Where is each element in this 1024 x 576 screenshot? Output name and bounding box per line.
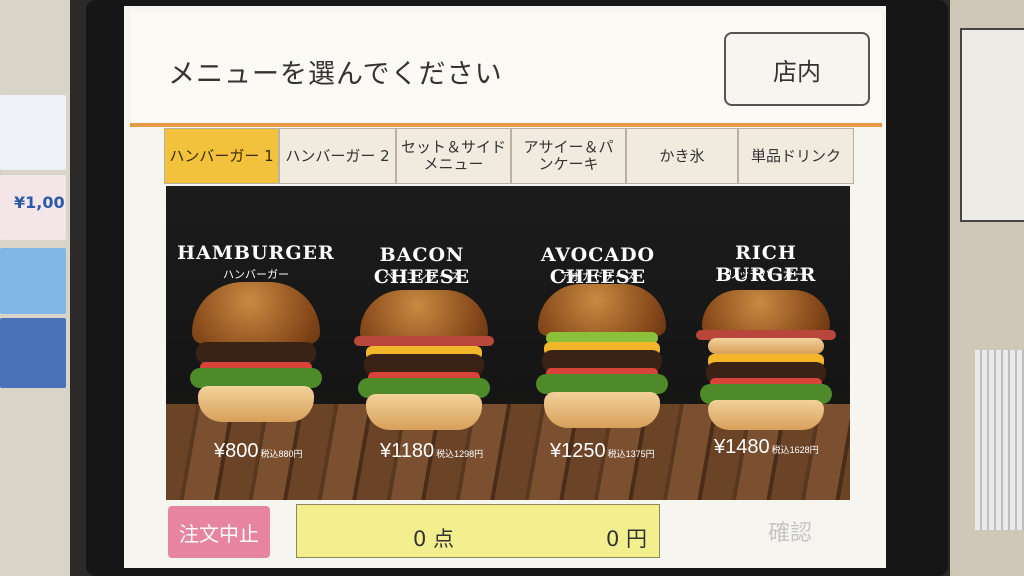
item-name-jp: アボカドチーズ <box>559 270 637 283</box>
price-value: ¥1480 <box>714 436 770 458</box>
flyer-price-text: ¥1,00 <box>14 193 65 212</box>
header: メニューを選んでください 店内 <box>130 12 882 122</box>
tab-drinks[interactable]: 単品ドリンク <box>738 128 854 184</box>
burger-image <box>532 284 672 434</box>
flyer-price: ¥1,00 <box>0 175 66 240</box>
price-value: ¥800 <box>214 440 259 462</box>
item-name-jp: ベーコンチーズ <box>383 270 461 283</box>
total-amount: 0 円 <box>605 527 647 551</box>
page-title: メニューを選んでください <box>168 59 503 90</box>
tab-hamburger-1[interactable]: ハンバーガー 1 <box>164 128 279 184</box>
category-tabs: ハンバーガー 1 ハンバーガー 2 セット＆サイドメニュー アサイー＆パンケーキ… <box>164 128 854 186</box>
burger-image <box>696 290 836 440</box>
cancel-order-button[interactable]: 注文中止 <box>168 506 270 558</box>
item-count: 0 点 <box>413 527 455 551</box>
dine-in-button[interactable]: 店内 <box>724 32 870 106</box>
header-divider <box>130 123 882 127</box>
item-price: ¥1250 税込1375円 <box>550 440 655 463</box>
tab-set-side-menu[interactable]: セット＆サイドメニュー <box>396 128 511 184</box>
kiosk-screen: メニューを選んでください 店内 ハンバーガー 1 ハンバーガー 2 セット＆サイ… <box>124 6 886 568</box>
burger-image <box>354 290 494 440</box>
tab-shaved-ice[interactable]: かき氷 <box>626 128 738 184</box>
confirm-button[interactable]: 確認 <box>760 506 820 556</box>
order-total: 0 点 0 円 <box>296 504 660 558</box>
flyer-blue <box>0 248 66 314</box>
item-name-en: HAMBURGER <box>177 242 335 264</box>
item-name-jp: リッチバーガー <box>727 268 805 281</box>
item-name-jp: ハンバーガー <box>223 268 289 281</box>
burger-image <box>186 282 326 432</box>
item-price: ¥800 税込880円 <box>214 440 303 463</box>
background-flyers: ¥1,00 <box>0 0 70 576</box>
price-tax-note: 税込1375円 <box>607 449 655 459</box>
flyer-dark <box>0 318 66 388</box>
price-value: ¥1250 <box>550 440 606 462</box>
background-panel <box>960 28 1024 222</box>
tab-acai-pancake[interactable]: アサイー＆パンケーキ <box>511 128 626 184</box>
item-price: ¥1480 税込1628円 <box>714 436 819 459</box>
item-price: ¥1180 税込1298円 <box>380 440 483 463</box>
price-tax-note: 税込1628円 <box>771 445 819 455</box>
price-value: ¥1180 <box>380 440 435 462</box>
price-tax-note: 税込880円 <box>260 449 303 459</box>
background-vent <box>975 350 1024 530</box>
price-tax-note: 税込1298円 <box>436 449 484 459</box>
tab-hamburger-2[interactable]: ハンバーガー 2 <box>279 128 396 184</box>
flyer-top <box>0 95 66 170</box>
menu-banner: HAMBURGER ハンバーガー ¥800 税込880円 BACON CHEESE… <box>166 186 850 500</box>
